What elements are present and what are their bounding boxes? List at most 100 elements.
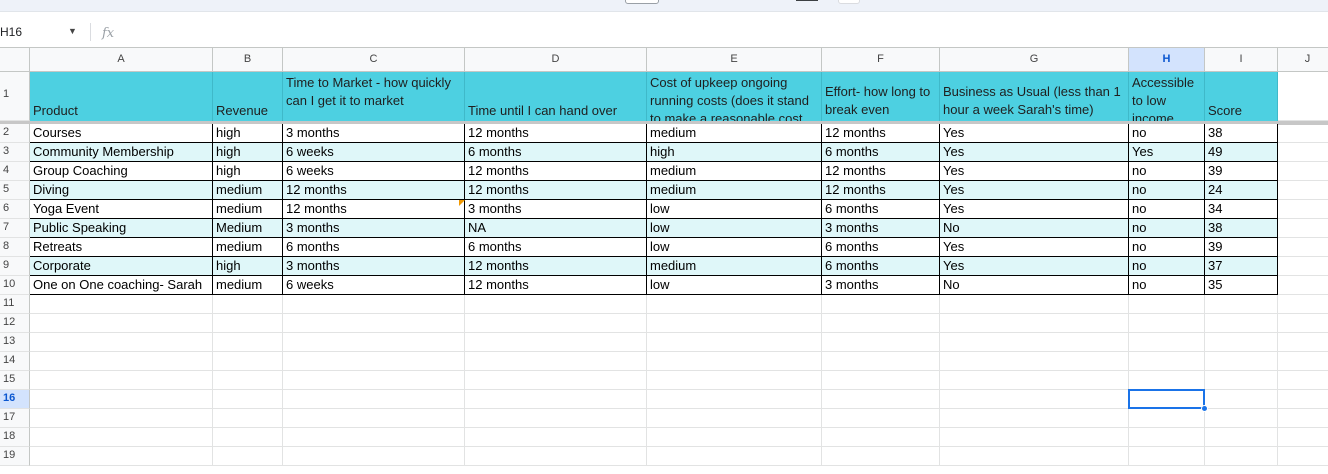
table-cell-effort[interactable]: 6 months [822, 238, 940, 257]
table-cell-market[interactable]: 6 weeks [283, 162, 465, 181]
table-cell-market[interactable]: 12 months [283, 181, 465, 200]
table-cell-upkeep[interactable]: low [647, 276, 822, 295]
table-cell-bau[interactable]: Yes [940, 181, 1129, 200]
table-cell-effort[interactable]: 12 months [822, 181, 940, 200]
empty-cell[interactable] [1278, 238, 1328, 257]
table-cell-handover[interactable]: 12 months [465, 124, 647, 143]
table-cell-score[interactable]: 39 [1205, 238, 1278, 257]
empty-cell[interactable] [940, 371, 1129, 390]
empty-cell[interactable] [822, 352, 940, 371]
table-cell-handover[interactable]: NA [465, 219, 647, 238]
table-cell-bau[interactable]: Yes [940, 200, 1129, 219]
empty-cell[interactable] [1278, 181, 1328, 200]
empty-cell[interactable] [1205, 447, 1278, 466]
table-cell-revenue[interactable]: high [213, 257, 283, 276]
column-header-i[interactable]: I [1205, 48, 1278, 72]
table-cell-bau[interactable]: Yes [940, 143, 1129, 162]
empty-cell[interactable] [465, 447, 647, 466]
table-cell-effort[interactable]: 12 months [822, 162, 940, 181]
empty-cell[interactable] [647, 428, 822, 447]
column-header-g[interactable]: G [940, 48, 1129, 72]
empty-cell[interactable] [1278, 428, 1328, 447]
empty-cell[interactable] [1205, 428, 1278, 447]
row-header-15[interactable]: 15 [0, 371, 30, 390]
row-header-5[interactable]: 5 [0, 181, 30, 200]
table-cell-accessible[interactable]: no [1129, 219, 1205, 238]
header-cell-handover[interactable]: Time until I can hand over [465, 72, 647, 121]
table-cell-upkeep[interactable]: medium [647, 181, 822, 200]
empty-cell[interactable] [940, 333, 1129, 352]
empty-cell[interactable] [465, 390, 647, 409]
empty-cell[interactable] [1278, 295, 1328, 314]
table-cell-bau[interactable]: No [940, 276, 1129, 295]
empty-cell[interactable] [822, 333, 940, 352]
empty-cell[interactable] [283, 428, 465, 447]
table-cell-revenue[interactable]: medium [213, 200, 283, 219]
empty-cell[interactable] [213, 390, 283, 409]
table-cell-bau[interactable]: No [940, 219, 1129, 238]
table-cell-accessible[interactable]: no [1129, 124, 1205, 143]
table-cell-market[interactable]: 6 weeks [283, 276, 465, 295]
table-cell-product[interactable]: Yoga Event [30, 200, 213, 219]
empty-cell[interactable] [1278, 314, 1328, 333]
table-cell-product[interactable]: Retreats [30, 238, 213, 257]
table-cell-revenue[interactable]: medium [213, 238, 283, 257]
empty-cell[interactable] [283, 314, 465, 333]
table-cell-effort[interactable]: 6 months [822, 143, 940, 162]
empty-cell[interactable] [822, 447, 940, 466]
empty-cell[interactable] [1278, 257, 1328, 276]
table-cell-score[interactable]: 39 [1205, 162, 1278, 181]
empty-cell[interactable] [283, 333, 465, 352]
table-cell-score[interactable]: 49 [1205, 143, 1278, 162]
empty-cell[interactable] [283, 390, 465, 409]
empty-cell[interactable] [1205, 295, 1278, 314]
empty-cell[interactable] [283, 371, 465, 390]
table-cell-product[interactable]: Courses [30, 124, 213, 143]
empty-cell[interactable] [940, 390, 1129, 409]
row-header-14[interactable]: 14 [0, 352, 30, 371]
empty-cell[interactable] [30, 371, 213, 390]
empty-cell[interactable] [465, 409, 647, 428]
table-cell-revenue[interactable]: medium [213, 276, 283, 295]
empty-cell[interactable] [1205, 409, 1278, 428]
header-cell-time-to-market[interactable]: Time to Market - how quickly can I get i… [283, 72, 465, 121]
empty-cell[interactable] [30, 314, 213, 333]
empty-cell[interactable] [1278, 219, 1328, 238]
row-header-8[interactable]: 8 [0, 238, 30, 257]
table-cell-accessible[interactable]: no [1129, 276, 1205, 295]
table-cell-market[interactable]: 6 weeks [283, 143, 465, 162]
empty-cell[interactable] [1278, 352, 1328, 371]
empty-cell[interactable] [1278, 447, 1328, 466]
empty-cell[interactable] [30, 390, 213, 409]
empty-cell[interactable] [30, 428, 213, 447]
column-header-h[interactable]: H [1129, 48, 1205, 72]
table-cell-market[interactable]: 6 months [283, 238, 465, 257]
empty-cell[interactable] [822, 428, 940, 447]
empty-cell[interactable] [213, 314, 283, 333]
empty-cell[interactable] [283, 447, 465, 466]
empty-cell[interactable] [213, 447, 283, 466]
empty-cell[interactable] [940, 352, 1129, 371]
table-cell-score[interactable]: 37 [1205, 257, 1278, 276]
toolbar-button[interactable] [838, 0, 860, 4]
table-cell-product[interactable]: Public Speaking [30, 219, 213, 238]
fill-handle[interactable] [1201, 405, 1208, 412]
table-cell-effort[interactable]: 6 months [822, 200, 940, 219]
empty-cell[interactable] [1205, 371, 1278, 390]
toolbar-button[interactable] [625, 0, 659, 4]
toolbar-color-swatch[interactable] [796, 0, 818, 1]
row-header-16[interactable]: 16 [0, 390, 30, 409]
table-cell-handover[interactable]: 12 months [465, 257, 647, 276]
table-cell-upkeep[interactable]: high [647, 143, 822, 162]
empty-cell[interactable] [213, 371, 283, 390]
table-cell-effort[interactable]: 6 months [822, 257, 940, 276]
empty-cell[interactable] [465, 333, 647, 352]
comment-indicator-icon[interactable] [459, 200, 465, 206]
row-header-1[interactable]: 1 [0, 72, 30, 121]
empty-cell[interactable] [283, 352, 465, 371]
table-cell-bau[interactable]: Yes [940, 124, 1129, 143]
empty-cell[interactable] [1205, 352, 1278, 371]
empty-cell[interactable] [1278, 124, 1328, 143]
table-cell-bau[interactable]: Yes [940, 162, 1129, 181]
table-cell-handover[interactable]: 12 months [465, 181, 647, 200]
